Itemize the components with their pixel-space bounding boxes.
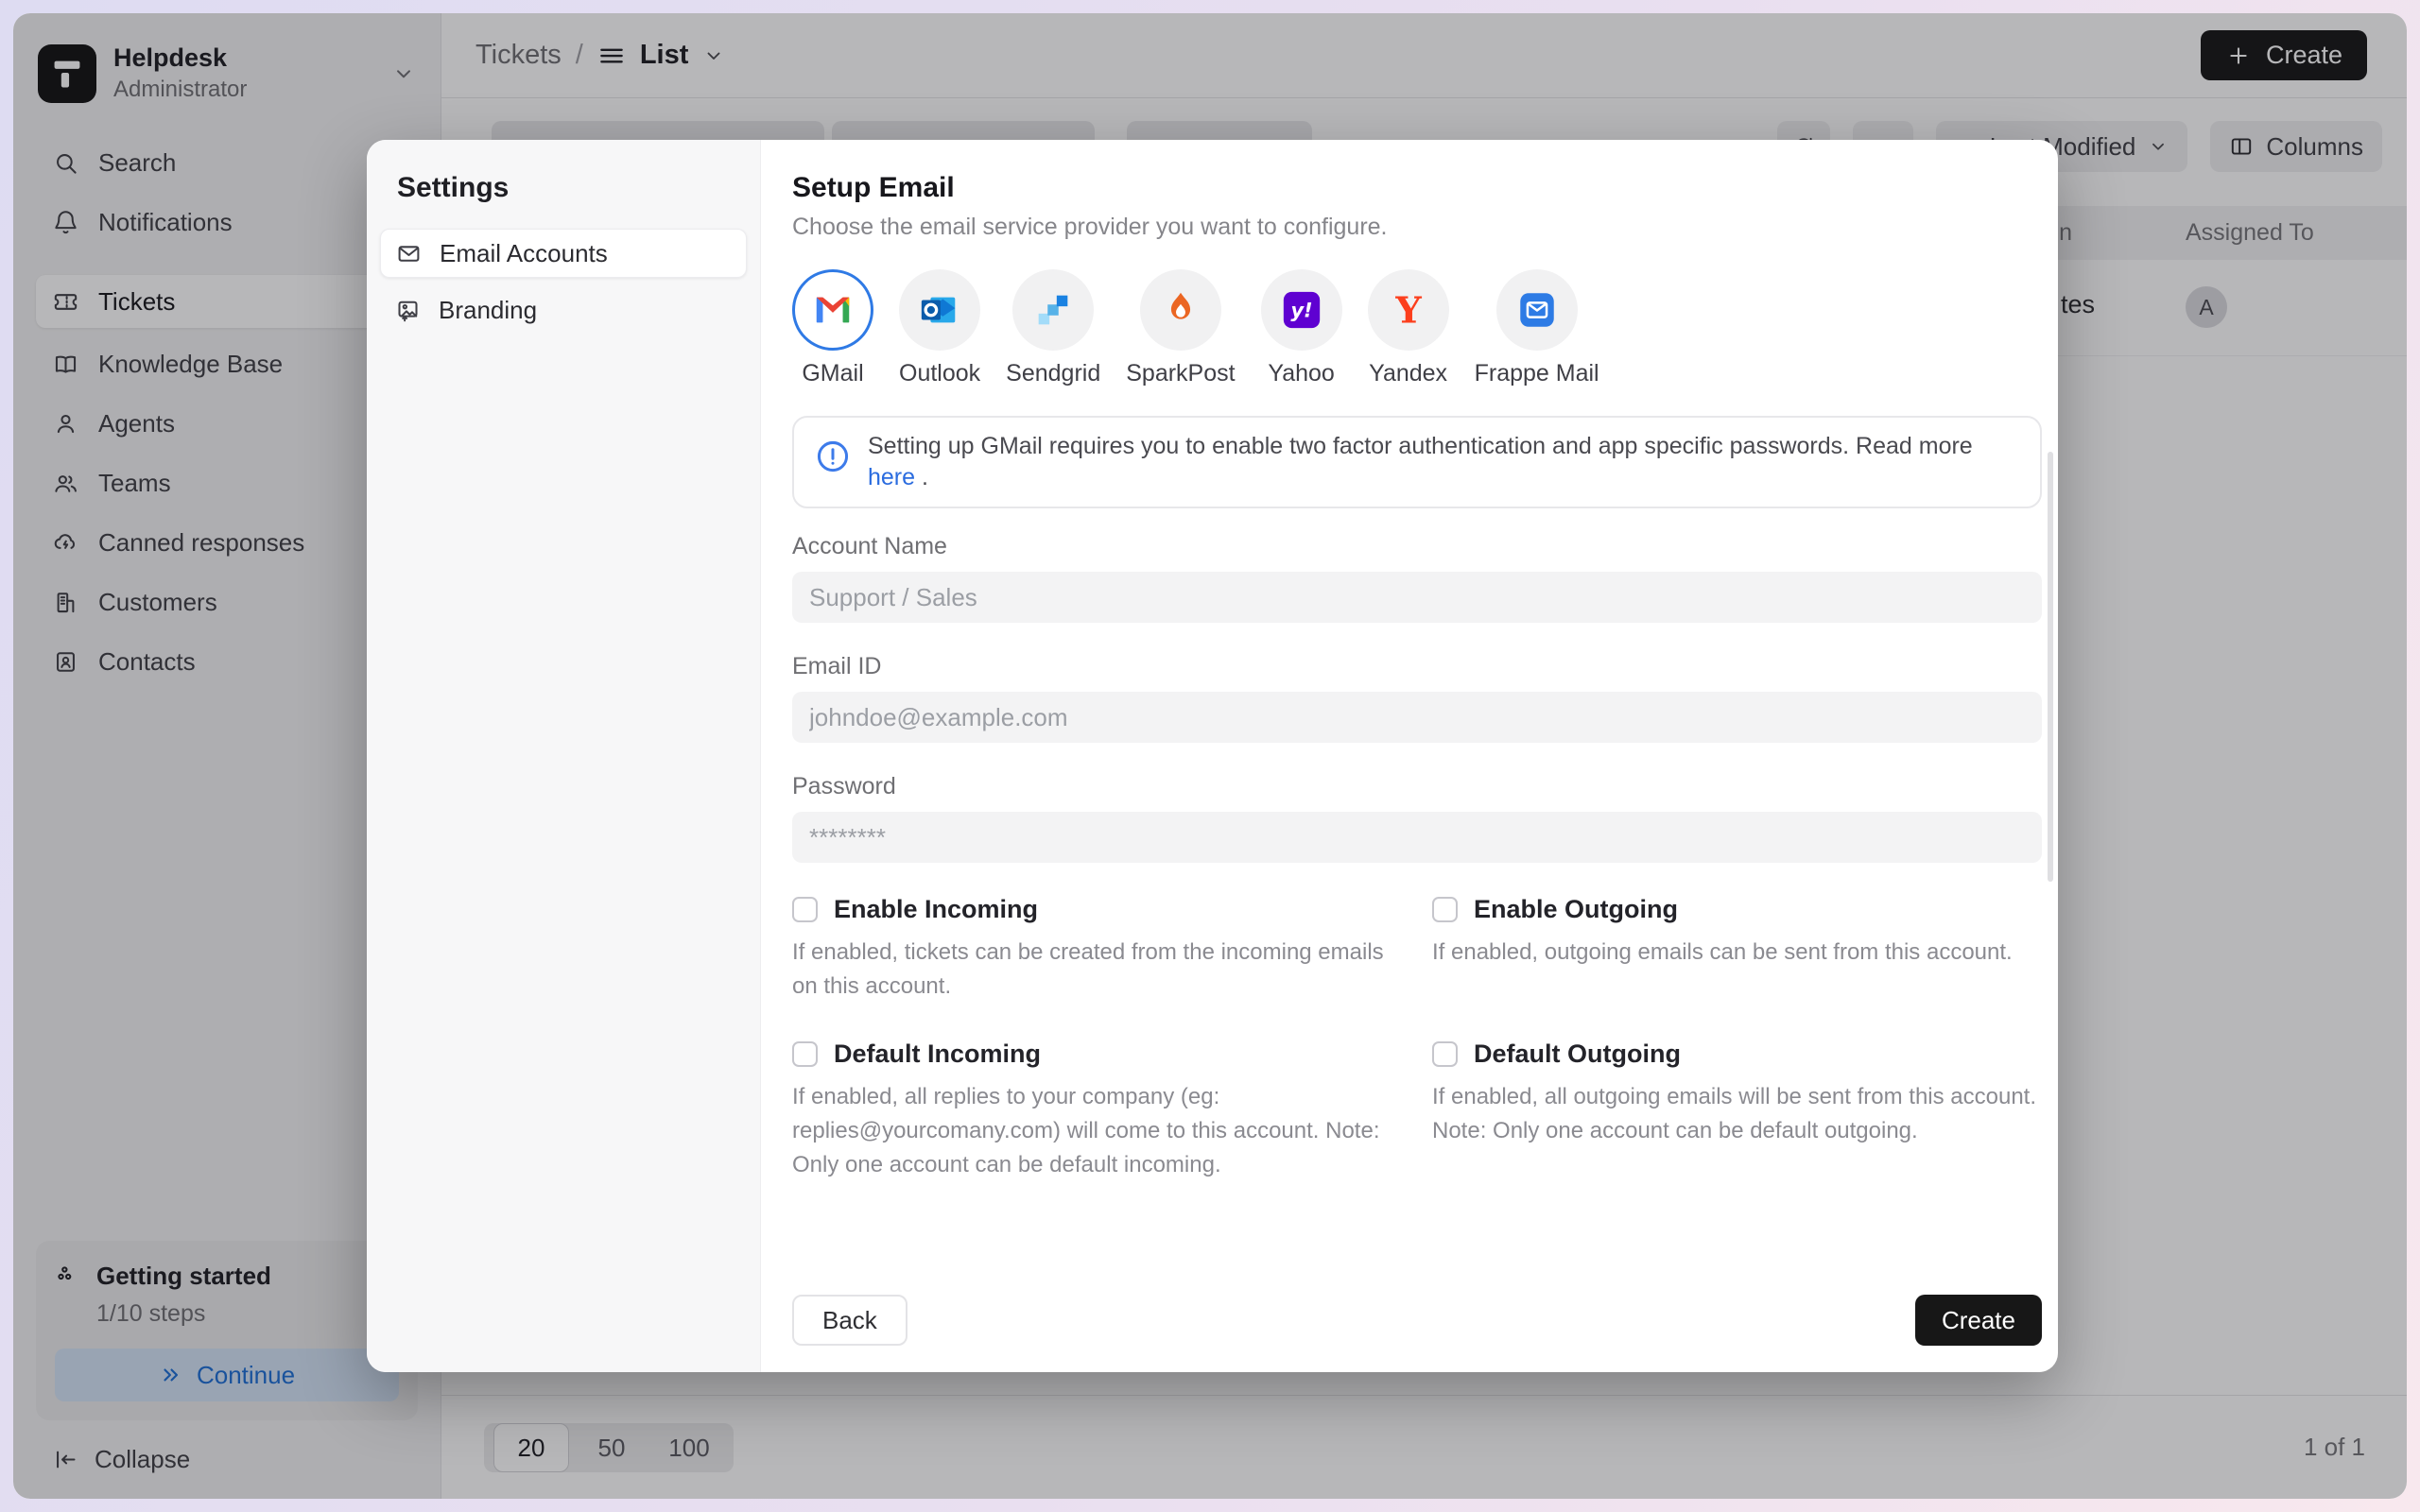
- option-head: Default Incoming: [792, 1040, 1397, 1069]
- settings-item-email-accounts[interactable]: Email Accounts: [380, 229, 747, 278]
- gmail-info-alert: Setting up GMail requires you to enable …: [792, 416, 2042, 508]
- mail-icon: [396, 241, 422, 266]
- dialog-footer: Back Create: [792, 1280, 2042, 1346]
- image-up-icon: [395, 298, 421, 323]
- option-label: Enable Incoming: [834, 895, 1038, 924]
- info-icon: [815, 438, 851, 474]
- email-id-input[interactable]: [792, 692, 2042, 743]
- provider-gmail[interactable]: GMail: [792, 269, 873, 387]
- outlook-icon: [899, 269, 980, 351]
- option-description: If enabled, all outgoing emails will be …: [1432, 1080, 2042, 1148]
- create-account-button[interactable]: Create: [1915, 1295, 2042, 1346]
- option-label: Enable Outgoing: [1474, 895, 1678, 924]
- option-label: Default Incoming: [834, 1040, 1041, 1069]
- yahoo-icon: y!: [1261, 269, 1342, 351]
- option-default-outgoing: Default Outgoing If enabled, all outgoin…: [1432, 1040, 2042, 1182]
- enable-outgoing-checkbox[interactable]: [1432, 897, 1458, 922]
- option-default-incoming: Default Incoming If enabled, all replies…: [792, 1040, 1397, 1182]
- option-description: If enabled, outgoing emails can be sent …: [1432, 936, 2042, 970]
- password-input[interactable]: [792, 812, 2042, 863]
- settings-item-label: Branding: [439, 296, 537, 325]
- app-window: Helpdesk Administrator Search Notificati…: [13, 13, 2407, 1499]
- svg-text:y!: y!: [1290, 299, 1312, 322]
- default-outgoing-checkbox[interactable]: [1432, 1041, 1458, 1067]
- provider-label: Sendgrid: [1006, 360, 1100, 387]
- desktop-background: Helpdesk Administrator Search Notificati…: [0, 0, 2420, 1512]
- frappe-mail-icon: [1496, 269, 1578, 351]
- settings-title: Settings: [397, 172, 747, 204]
- back-button[interactable]: Back: [792, 1295, 908, 1346]
- option-label: Default Outgoing: [1474, 1040, 1681, 1069]
- account-name-input[interactable]: [792, 572, 2042, 623]
- provider-outlook[interactable]: Outlook: [899, 269, 980, 387]
- provider-label: SparkPost: [1126, 360, 1235, 387]
- provider-picker: GMail Outlook Sendgrid: [792, 269, 2042, 387]
- settings-sidebar: Settings Email Accounts Branding: [367, 140, 761, 1372]
- scrollbar-thumb[interactable]: [2048, 452, 2053, 882]
- alert-suffix: .: [915, 464, 928, 490]
- setup-email-panel: Setup Email Choose the email service pro…: [761, 140, 2058, 1372]
- gmail-icon: [792, 269, 873, 351]
- option-enable-outgoing: Enable Outgoing If enabled, outgoing ema…: [1432, 895, 2042, 1004]
- provider-yandex[interactable]: Y Yandex: [1368, 269, 1449, 387]
- sparkpost-icon: [1140, 269, 1221, 351]
- provider-label: Frappe Mail: [1475, 360, 1599, 387]
- provider-label: Yandex: [1369, 360, 1447, 387]
- option-head: Default Outgoing: [1432, 1040, 2042, 1069]
- settings-item-branding[interactable]: Branding: [380, 285, 747, 335]
- read-more-link[interactable]: here: [868, 464, 915, 490]
- email-options: Enable Incoming If enabled, tickets can …: [792, 895, 2042, 1182]
- field-email-id: Email ID: [792, 653, 2042, 743]
- field-password: Password: [792, 773, 2042, 863]
- option-head: Enable Outgoing: [1432, 895, 2042, 924]
- alert-text: Setting up GMail requires you to enable …: [868, 431, 2019, 493]
- option-description: If enabled, tickets can be created from …: [792, 936, 1397, 1004]
- option-description: If enabled, all replies to your company …: [792, 1080, 1397, 1182]
- option-head: Enable Incoming: [792, 895, 1397, 924]
- provider-label: Yahoo: [1268, 360, 1334, 387]
- page-subtitle: Choose the email service provider you wa…: [792, 214, 2042, 241]
- alert-message: Setting up GMail requires you to enable …: [868, 433, 1973, 459]
- enable-incoming-checkbox[interactable]: [792, 897, 818, 922]
- yandex-icon: Y: [1368, 269, 1449, 351]
- provider-sendgrid[interactable]: Sendgrid: [1006, 269, 1100, 387]
- provider-label: GMail: [802, 360, 863, 387]
- sendgrid-icon: [1012, 269, 1094, 351]
- account-name-label: Account Name: [792, 533, 2042, 560]
- password-label: Password: [792, 773, 2042, 800]
- provider-frappe-mail[interactable]: Frappe Mail: [1475, 269, 1599, 387]
- svg-text:Y: Y: [1394, 289, 1422, 332]
- page-title: Setup Email: [792, 172, 2042, 204]
- provider-label: Outlook: [899, 360, 980, 387]
- settings-dialog: Settings Email Accounts Branding Setup E…: [367, 140, 2058, 1372]
- settings-item-label: Email Accounts: [440, 239, 608, 268]
- provider-sparkpost[interactable]: SparkPost: [1126, 269, 1235, 387]
- default-incoming-checkbox[interactable]: [792, 1041, 818, 1067]
- field-account-name: Account Name: [792, 533, 2042, 623]
- provider-yahoo[interactable]: y! Yahoo: [1261, 269, 1342, 387]
- email-id-label: Email ID: [792, 653, 2042, 680]
- option-enable-incoming: Enable Incoming If enabled, tickets can …: [792, 895, 1397, 1004]
